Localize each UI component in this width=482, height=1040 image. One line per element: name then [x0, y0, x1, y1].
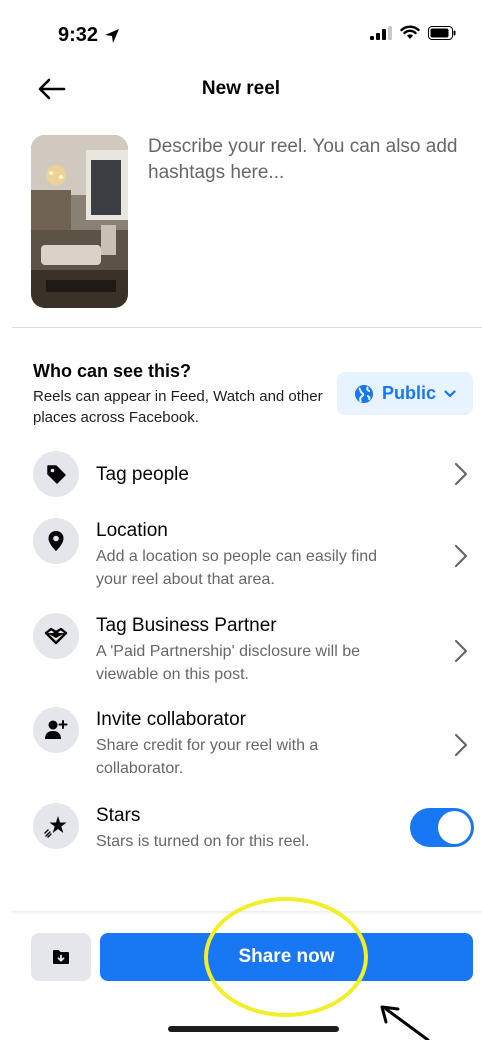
tag-people-item[interactable]: Tag people [96, 464, 189, 486]
stars-toggle[interactable] [410, 808, 474, 847]
audience-heading: Who can see this? [33, 361, 192, 381]
audience-selector[interactable]: Public [337, 372, 473, 415]
tag-icon-badge [33, 451, 79, 497]
chevron-right-icon[interactable] [452, 638, 470, 664]
wifi-icon [400, 25, 420, 39]
handshake-icon [44, 627, 68, 645]
stars-description: Stars is turned on for this reel. [96, 833, 310, 850]
home-indicator [168, 1026, 339, 1032]
tag-business-partner-item[interactable]: Tag Business Partner [96, 615, 277, 637]
chevron-right-icon[interactable] [452, 732, 470, 758]
page-title: New reel [201, 78, 281, 99]
audience-description: Reels can appear in Feed, Watch and othe… [33, 388, 323, 426]
globe-icon [354, 384, 373, 403]
pointer-arrow-icon [380, 1005, 430, 1040]
handshake-icon-badge [33, 613, 79, 659]
highlight-circle [204, 897, 368, 1017]
location-description: Add a location so people can easily find… [96, 548, 378, 588]
add-person-icon [45, 720, 68, 739]
reel-preview-image [31, 135, 128, 308]
collaborator-description: Share credit for your reel with a collab… [96, 737, 319, 777]
folder-download-icon [53, 950, 69, 964]
location-icon-badge [33, 518, 79, 564]
audience-label: Public [381, 383, 436, 403]
star-icon-badge [33, 803, 79, 849]
status-indicators [370, 25, 456, 40]
caption-input[interactable]: Describe your reel. You can also add has… [148, 134, 458, 186]
chevron-right-icon[interactable] [452, 461, 470, 487]
star-icon [44, 816, 67, 838]
location-item[interactable]: Location [96, 520, 168, 542]
business-partner-description: A 'Paid Partnership' disclosure will be … [96, 643, 361, 683]
tag-icon [47, 465, 66, 484]
save-draft-button[interactable] [31, 933, 91, 981]
chevron-down-icon [444, 389, 456, 397]
battery-icon [428, 25, 456, 40]
invite-collaborator-item[interactable]: Invite collaborator [96, 709, 246, 731]
signal-icon [370, 25, 392, 40]
section-divider [12, 327, 482, 328]
location-arrow-icon [105, 28, 120, 43]
add-person-icon-badge [33, 707, 79, 753]
status-time: 9:32 [58, 24, 120, 47]
location-pin-icon [48, 531, 64, 551]
time-text: 9:32 [58, 24, 99, 46]
toggle-knob [438, 811, 471, 844]
chevron-right-icon[interactable] [452, 543, 470, 569]
stars-item: Stars [96, 805, 141, 826]
reel-thumbnail[interactable] [31, 135, 128, 308]
